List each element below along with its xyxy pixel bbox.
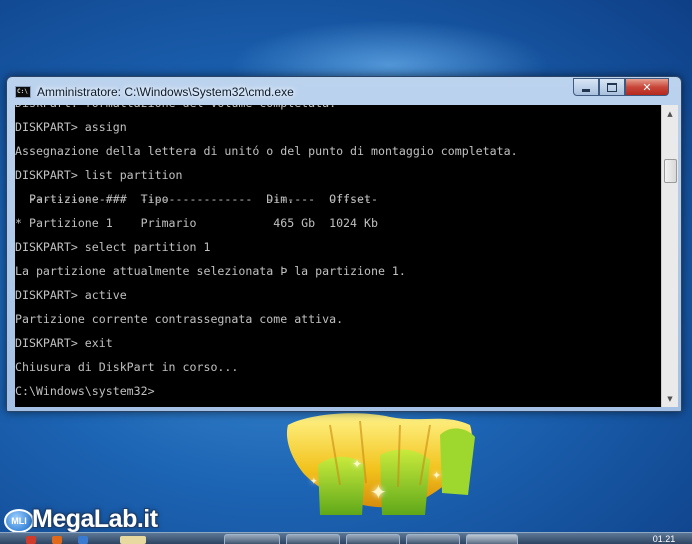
console-prompt[interactable]: C:\Windows\system32>	[15, 379, 661, 403]
cmd-icon[interactable]: C:\	[15, 86, 31, 98]
console-line: DISKPART> list partition	[15, 168, 183, 182]
console-table-separator: ------------- ---------------- ------- -…	[15, 192, 378, 206]
vertical-scrollbar[interactable]: ▲ ▼	[661, 105, 678, 407]
scroll-up-button[interactable]: ▲	[662, 105, 678, 122]
close-icon: ✕	[642, 80, 652, 94]
console-line: La partizione attualmente selezionata Þ …	[15, 264, 406, 278]
console-line: DISKPART> select partition 1	[15, 240, 211, 254]
minimize-icon	[582, 88, 590, 92]
window-titlebar[interactable]: C:\ Amministratore: C:\Windows\System32\…	[7, 77, 681, 105]
scroll-down-button[interactable]: ▼	[662, 390, 678, 407]
window-title: Amministratore: C:\Windows\System32\cmd.…	[37, 85, 294, 99]
taskbar: 01.21	[0, 532, 692, 544]
desktop: { "window": { "title": "Amministratore: …	[0, 0, 692, 544]
console-table-row: * Partizione 1 Primario 465 Gb 1024 Kb	[15, 216, 378, 230]
megalab-logo-icon: MLI	[4, 509, 34, 533]
sparkle-icon: ✦	[352, 457, 363, 471]
sparkle-icon: ✦	[310, 477, 318, 487]
console-line: DISKPART> active	[15, 288, 127, 302]
sparkle-icon: ✦	[432, 469, 442, 482]
sparkle-icon: ✦	[370, 480, 387, 504]
console-line: Assegnazione della lettera di unitó o de…	[15, 144, 518, 158]
console-line: DISKPART> exit	[15, 336, 113, 350]
console-line: Chiusura di DiskPart in corso...	[15, 360, 239, 374]
minimize-button[interactable]	[573, 78, 599, 96]
maximize-icon	[607, 82, 617, 92]
console-line: Partizione corrente contrassegnata come …	[15, 312, 344, 326]
close-button[interactable]: ✕	[625, 78, 669, 96]
console-line: DiskPart: formattazione del volume compl…	[15, 105, 661, 115]
maximize-button[interactable]	[599, 78, 625, 96]
console-output[interactable]: DiskPart: formattazione del volume compl…	[15, 105, 661, 407]
arrow-down-icon: ▼	[667, 394, 673, 403]
megalab-watermark: MLI MegaLab.it	[0, 497, 190, 537]
console-line: DISKPART> assign	[15, 120, 127, 134]
cmd-window[interactable]: C:\ Amministratore: C:\Windows\System32\…	[6, 76, 682, 412]
scrollbar-thumb[interactable]	[664, 159, 677, 183]
arrow-up-icon: ▲	[667, 109, 673, 118]
